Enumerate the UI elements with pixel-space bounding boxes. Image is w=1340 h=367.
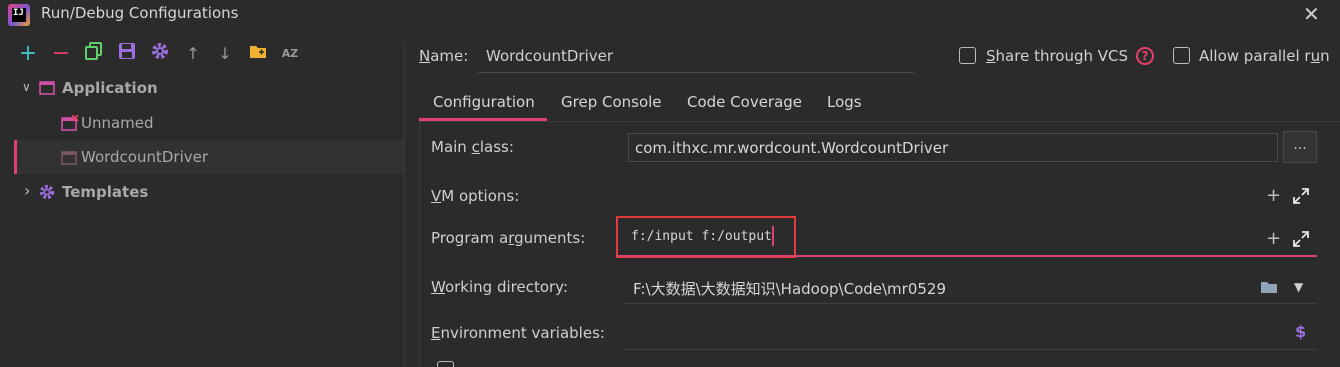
share-through-vcs-label[interactable]: Share through VCS <box>986 47 1128 65</box>
main-class-label: Main class: <box>431 138 514 156</box>
help-icon[interactable]: ? <box>1136 47 1154 65</box>
toolbar: + − ↑ ↓ AZ <box>14 42 404 68</box>
program-arguments-input[interactable]: f:/input f:/output <box>631 229 772 244</box>
save-icon[interactable] <box>115 42 139 66</box>
move-up-icon[interactable]: ↑ <box>181 42 205 66</box>
environment-variables-icon[interactable]: $ <box>1295 322 1306 341</box>
tab-configuration[interactable]: Configuration <box>433 93 535 111</box>
environment-variables-label: Environment variables: <box>431 324 605 342</box>
working-directory-underline <box>624 303 1317 304</box>
tree-item-wordcountdriver[interactable]: WordcountDriver <box>14 140 404 174</box>
browse-folder-icon[interactable] <box>1260 280 1278 294</box>
application-icon <box>39 81 55 99</box>
tab-logs[interactable]: Logs <box>827 93 862 111</box>
templates-gear-icon <box>39 184 55 204</box>
vm-options-add-icon[interactable]: + <box>1266 185 1281 206</box>
vm-options-expand-icon[interactable] <box>1293 188 1309 208</box>
name-field-underline <box>478 72 914 73</box>
chevron-down-icon[interactable]: ∨ <box>22 80 31 94</box>
tab-code-coverage[interactable]: Code Coverage <box>687 93 802 111</box>
share-through-vcs-checkbox[interactable] <box>959 47 976 64</box>
checkbox-partially-visible[interactable] <box>437 361 454 367</box>
allow-parallel-run-checkbox[interactable] <box>1173 47 1190 64</box>
name-field[interactable]: WordcountDriver <box>486 47 613 65</box>
selection-indicator <box>14 140 17 174</box>
working-directory-input[interactable]: F:\大数据\大数据知识\Hadoop\Code\mr0529 <box>633 278 946 299</box>
add-icon[interactable]: + <box>16 42 40 66</box>
program-arguments-label: Program arguments: <box>431 229 586 247</box>
program-arguments-expand-icon[interactable] <box>1293 231 1309 251</box>
tree-node-templates[interactable]: › Templates <box>14 175 404 209</box>
intellij-logo-icon: IJ <box>8 4 30 26</box>
program-arguments-focus-underline <box>616 255 1317 257</box>
tree-label-application: Application <box>62 79 158 97</box>
program-arguments-add-icon[interactable]: + <box>1266 228 1281 249</box>
remove-icon[interactable]: − <box>49 42 73 66</box>
tab-grep-console[interactable]: Grep Console <box>561 93 662 111</box>
name-label: Name: <box>419 47 469 65</box>
tree-node-application[interactable]: ∨ Application <box>14 71 404 105</box>
tree-label-unnamed: Unnamed <box>81 114 154 132</box>
panel-divider[interactable] <box>404 42 405 367</box>
browse-main-class-button[interactable]: ... <box>1283 131 1317 163</box>
chevron-down-icon[interactable]: ▼ <box>1294 280 1303 294</box>
window-title: Run/Debug Configurations <box>41 4 239 22</box>
environment-variables-underline <box>624 349 1317 350</box>
text-caret <box>772 226 774 246</box>
close-icon[interactable]: ✕ <box>1303 2 1320 26</box>
vm-options-label: VM options: <box>431 187 520 205</box>
main-class-input[interactable]: com.ithxc.mr.wordcount.WordcountDriver <box>628 133 1278 162</box>
working-directory-label: Working directory: <box>431 278 569 296</box>
folder-icon[interactable] <box>246 42 270 66</box>
wordcountdriver-config-icon <box>61 151 77 169</box>
settings-icon[interactable] <box>148 42 172 66</box>
unnamed-config-icon <box>61 114 79 135</box>
configuration-tree: ∨ Application Unnamed WordcountDriver › … <box>14 70 404 367</box>
allow-parallel-run-label[interactable]: Allow parallel run <box>1199 47 1330 65</box>
tree-item-unnamed[interactable]: Unnamed <box>14 106 404 140</box>
sort-az-icon[interactable]: AZ <box>278 42 302 66</box>
move-down-icon[interactable]: ↓ <box>213 42 237 66</box>
tree-label-wordcountdriver: WordcountDriver <box>81 148 209 166</box>
tree-label-templates: Templates <box>62 183 149 201</box>
copy-icon[interactable] <box>82 42 106 66</box>
chevron-right-icon[interactable]: › <box>24 181 30 200</box>
